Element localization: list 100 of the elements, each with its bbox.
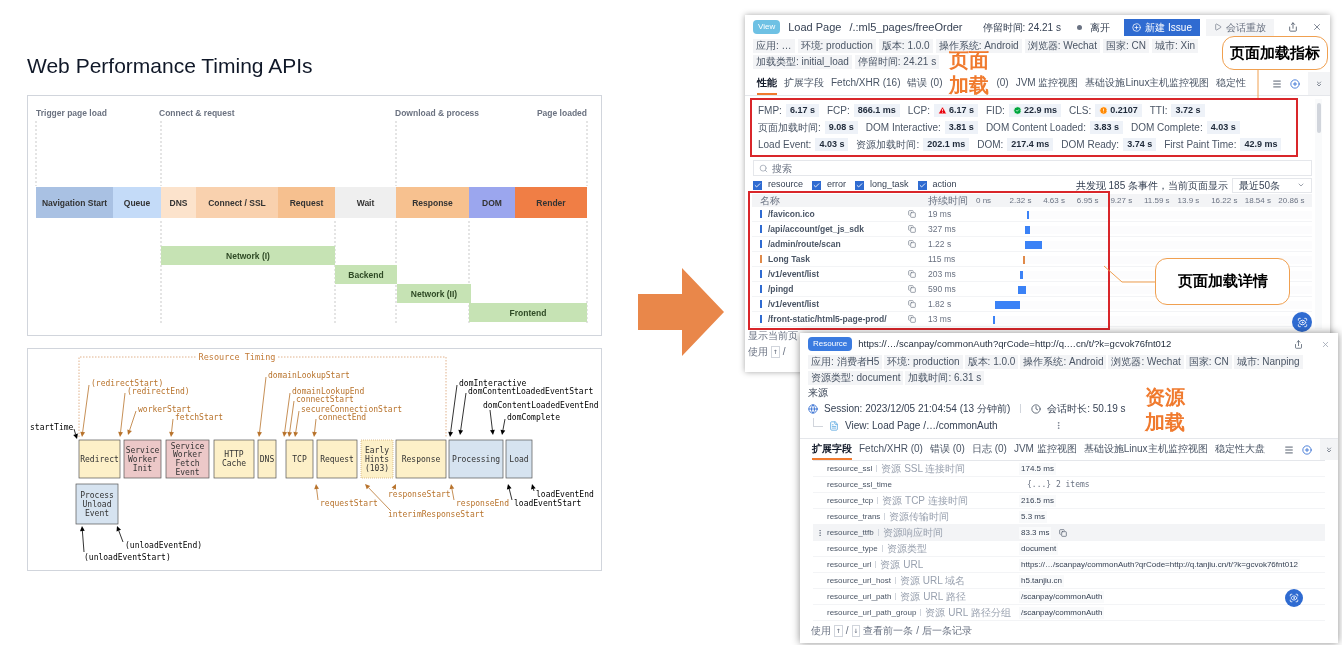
metric-value: 0.2107 <box>1095 103 1142 118</box>
field-row[interactable]: resource_ssl 资源 SSL 连接时间 174.5 ms <box>813 461 1325 477</box>
row-name: /v1/event/list <box>768 297 821 311</box>
search-field[interactable]: 搜索 <box>753 160 1312 176</box>
collapse-button[interactable] <box>1320 439 1338 460</box>
tab[interactable]: 错误 (0) <box>907 72 943 95</box>
checkbox[interactable] <box>855 180 865 190</box>
row-name: /favicon.ico <box>768 207 816 221</box>
axis-tick: 0 ns <box>976 194 993 207</box>
tag: 加载类型: initial_load <box>753 55 852 69</box>
checkbox[interactable] <box>812 180 821 190</box>
share-icon[interactable] <box>1288 22 1298 32</box>
tag: 城市: Xin <box>1151 39 1198 53</box>
key-cap: ↓ <box>851 624 861 637</box>
timing-step: DNS <box>257 439 277 479</box>
pointer-arrow <box>531 484 536 492</box>
field-row[interactable]: resource_url_path_group 资源 URL 路径分组 /scanpay/commonAuth <box>813 605 1325 621</box>
search-icon <box>759 163 768 173</box>
checkbox[interactable] <box>917 180 927 190</box>
scan-button[interactable] <box>1292 312 1312 332</box>
row-name: /api/account/get_js_sdk <box>768 222 865 236</box>
pointer-arrow <box>314 484 319 501</box>
status-text: 离开 <box>1089 20 1110 35</box>
pointer-arrow <box>80 526 85 553</box>
scan-icon <box>1289 593 1299 603</box>
axis-tick: 9.27 s <box>1110 194 1134 207</box>
close-icon[interactable] <box>1321 339 1330 349</box>
tab[interactable]: Fetch/XHR (16) <box>831 72 901 95</box>
copy-icon[interactable] <box>908 270 916 278</box>
filter-label: resource <box>768 178 803 192</box>
phase-segment: DNS <box>161 187 196 218</box>
view-link[interactable]: View: Load Page /…/commonAuth <box>845 418 998 433</box>
metric-label: DOM Complete: <box>1130 121 1203 135</box>
field-description: 资源 URL 域名 <box>900 574 966 588</box>
tab[interactable]: 性能 <box>757 72 777 95</box>
tab[interactable]: 稳定性大盘 <box>1214 439 1265 460</box>
field-row[interactable]: resource_ssl_time {...} 2 items <box>813 477 1325 493</box>
field-row[interactable]: resource_type 资源类型 document <box>813 541 1325 557</box>
collapse-button[interactable] <box>1308 72 1330 95</box>
close-icon[interactable] <box>1312 22 1322 32</box>
tab[interactable]: (0) <box>996 72 1009 95</box>
tab[interactable]: 日志 (0) <box>971 439 1007 460</box>
drag-handle-icon[interactable] <box>816 528 824 537</box>
share-icon[interactable] <box>1294 339 1303 349</box>
field-key: resource_ssl <box>827 462 873 475</box>
copy-icon[interactable] <box>908 315 916 323</box>
field-value: https://…/scanpay/commonAuth?qrCode=http://q.tanjiu.cn/t/?k=gcvok76fnt012 <box>1019 558 1301 571</box>
scan-button[interactable] <box>1285 589 1303 607</box>
task-marker <box>760 255 762 263</box>
timing-label: connectStart <box>296 395 354 404</box>
row-name: Long Task <box>768 252 811 266</box>
tab[interactable]: 错误 (0) <box>929 439 965 460</box>
menu-icon[interactable] <box>1284 444 1294 455</box>
tab[interactable]: 稳定性 <box>1216 72 1247 95</box>
pointer-arrow <box>257 376 267 437</box>
field-row[interactable]: resource_tcp 资源 TCP 连接时间 216.5 ms <box>813 493 1325 509</box>
field-row[interactable]: resource_ttfb 资源响应时间 83.3 ms <box>813 525 1325 541</box>
resource-marker <box>760 210 762 218</box>
tag: 国家: CN <box>1102 39 1149 53</box>
pointer-arrow <box>169 418 174 437</box>
tab[interactable]: 基础设施Linux主机监控视图 <box>1085 72 1210 95</box>
new-issue-button[interactable]: 新建 Issue <box>1124 18 1200 36</box>
tab[interactable]: 扩展字段 <box>812 439 852 460</box>
metric-value: 866.1 ms <box>853 103 900 118</box>
tab[interactable]: JVM 监控视图 <box>1013 439 1077 460</box>
field-row[interactable]: resource_url_host 资源 URL 域名 h5.tanjiu.cn <box>813 573 1325 589</box>
chevrons-down-icon <box>1315 79 1323 88</box>
chevrons-down-icon <box>1325 445 1333 454</box>
add-icon[interactable] <box>1302 444 1312 455</box>
tag: 资源类型: document <box>808 371 904 385</box>
tab[interactable]: JVM 监控视图 <box>1015 72 1079 95</box>
field-key: resource_url_path_group <box>827 606 917 619</box>
field-key: resource_url_host <box>827 574 892 587</box>
tab[interactable]: 基础设施Linux主机监控视图 <box>1083 439 1208 460</box>
page-size-select[interactable]: 最近50条 <box>1232 177 1312 193</box>
field-row[interactable]: resource_url 资源 URL https://…/scanpay/commonAuth?qrCode=http://q.tanjiu.cn/t/?k=gcvok76fnt012 <box>813 557 1325 573</box>
checkbox[interactable] <box>753 180 762 190</box>
add-icon[interactable] <box>1290 78 1300 89</box>
leader-line <box>1103 265 1156 283</box>
pointer-arrow <box>458 392 467 435</box>
copy-icon[interactable] <box>908 285 916 293</box>
timing-label: domInteractive <box>459 379 527 388</box>
tab[interactable]: 扩展字段 <box>784 72 824 95</box>
field-value: /scanpay/commonAuth <box>1019 590 1105 603</box>
timing-label: startTime <box>30 423 74 432</box>
field-key: resource_type <box>827 542 878 555</box>
copy-icon[interactable] <box>908 240 916 248</box>
field-value: document <box>1019 542 1059 555</box>
timing-label: domainLookupStart <box>268 371 350 380</box>
copy-icon[interactable] <box>908 225 916 233</box>
copy-icon[interactable] <box>1059 528 1068 537</box>
copy-icon[interactable] <box>908 210 916 218</box>
copy-icon[interactable] <box>908 300 916 308</box>
pointer-arrow <box>448 384 458 437</box>
field-value: 216.5 ms <box>1019 494 1056 507</box>
menu-icon[interactable] <box>1272 78 1282 89</box>
metric-label: First Paint Time: <box>1164 138 1237 152</box>
timing-label: (unloadEventEnd) <box>125 541 203 550</box>
tab[interactable]: Fetch/XHR (0) <box>859 439 923 460</box>
timing-label: domComplete <box>507 413 560 422</box>
